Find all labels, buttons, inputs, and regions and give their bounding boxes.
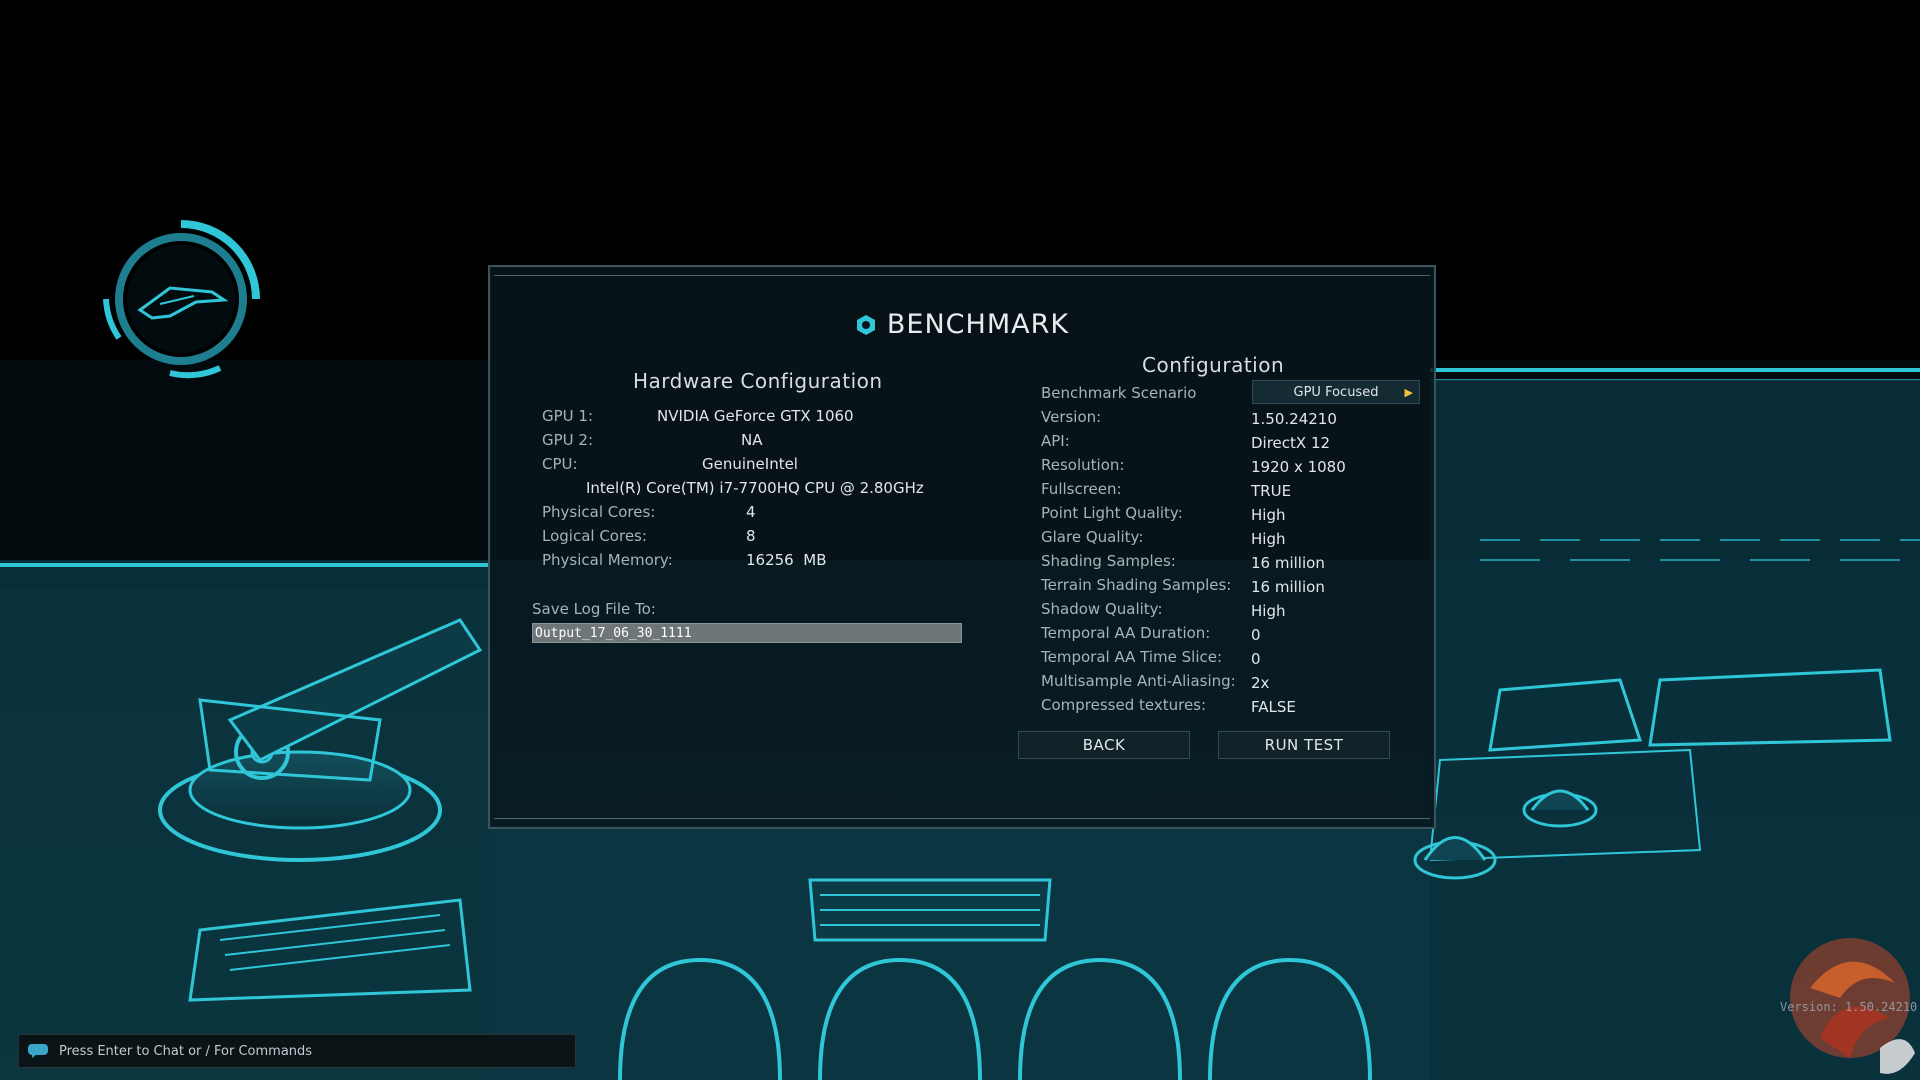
cfg-label-compressed-textures: Compressed textures:	[1041, 696, 1207, 714]
cfg-value-temporal-aa-time-slice: 0	[1251, 650, 1261, 668]
arrow-right-icon: ▶	[1404, 386, 1413, 399]
cfg-label-glare-quality: Glare Quality:	[1041, 528, 1144, 546]
configuration-heading: Configuration	[1142, 353, 1285, 377]
cfg-label-benchmark-scenario: Benchmark Scenario	[1041, 384, 1197, 402]
chat-prompt: Press Enter to Chat or / For Commands	[59, 1043, 313, 1059]
back-button[interactable]: BACK	[1018, 731, 1190, 759]
hw-value-cpu-vendor: GenuineIntel	[702, 455, 798, 473]
cfg-value-terrain-shading-samples: 16 million	[1251, 578, 1325, 596]
cfg-label-shadow-quality: Shadow Quality:	[1041, 600, 1163, 618]
hexagon-logo-icon	[856, 314, 875, 335]
cfg-label-version: Version:	[1041, 408, 1102, 426]
cfg-value-shading-samples: 16 million	[1251, 554, 1325, 572]
game-screen: BENCHMARK Hardware Configuration GPU 1: …	[0, 0, 1920, 1080]
cfg-label-resolution: Resolution:	[1041, 456, 1125, 474]
chat-bar[interactable]: Press Enter to Chat or / For Commands	[18, 1034, 576, 1068]
run-test-button[interactable]: RUN TEST	[1218, 731, 1390, 759]
cfg-value-glare-quality: High	[1251, 530, 1286, 548]
benchmark-dialog: BENCHMARK Hardware Configuration GPU 1: …	[488, 265, 1436, 829]
version-watermark: Version: 1.50.24210	[1780, 1000, 1918, 1014]
cfg-label-temporal-aa-time-slice: Temporal AA Time Slice:	[1041, 648, 1223, 666]
cfg-value-msaa: 2x	[1251, 674, 1270, 692]
cfg-value-fullscreen: TRUE	[1251, 482, 1292, 500]
hw-label-cpu: CPU:	[542, 455, 578, 473]
cfg-label-msaa: Multisample Anti-Aliasing:	[1041, 672, 1236, 690]
cfg-value-resolution: 1920 x 1080	[1251, 458, 1346, 476]
cfg-label-shading-samples: Shading Samples:	[1041, 552, 1176, 570]
hw-label-physical-memory: Physical Memory:	[542, 551, 673, 569]
hw-value-logical-cores: 8	[746, 527, 756, 545]
hw-label-logical-cores: Logical Cores:	[542, 527, 647, 545]
hw-value-cpu-model: Intel(R) Core(TM) i7-7700HQ CPU @ 2.80GH…	[586, 479, 924, 497]
cfg-value-temporal-aa-duration: 0	[1251, 626, 1261, 644]
dialog-header: BENCHMARK	[490, 309, 1434, 340]
hw-label-physical-cores: Physical Cores:	[542, 503, 656, 521]
hw-value-physical-cores: 4	[746, 503, 756, 521]
cfg-value-compressed-textures: FALSE	[1251, 698, 1296, 716]
hardware-config-heading: Hardware Configuration	[633, 369, 883, 393]
dialog-title: BENCHMARK	[886, 309, 1070, 340]
chat-bubble-icon	[28, 1044, 48, 1058]
hw-value-gpu2: NA	[741, 431, 763, 449]
ship-emblem-icon	[103, 220, 260, 379]
hw-value-gpu1: NVIDIA GeForce GTX 1060	[657, 407, 854, 425]
save-log-input[interactable]: Output_17_06_30_1111	[532, 623, 962, 643]
cfg-label-point-light-quality: Point Light Quality:	[1041, 504, 1183, 522]
cfg-label-terrain-shading-samples: Terrain Shading Samples:	[1041, 576, 1232, 594]
save-log-label: Save Log File To:	[532, 600, 656, 618]
hw-label-gpu2: GPU 2:	[542, 431, 594, 449]
cfg-value-api: DirectX 12	[1251, 434, 1331, 452]
cfg-label-api: API:	[1041, 432, 1070, 450]
cfg-label-fullscreen: Fullscreen:	[1041, 480, 1122, 498]
cfg-label-temporal-aa-duration: Temporal AA Duration:	[1041, 624, 1211, 642]
cfg-value-shadow-quality: High	[1251, 602, 1286, 620]
benchmark-scenario-dropdown[interactable]: GPU Focused ▶	[1252, 380, 1420, 404]
cfg-value-version: 1.50.24210	[1251, 410, 1337, 428]
hw-value-physical-memory: 16256 MB	[746, 551, 827, 569]
benchmark-scenario-value: GPU Focused	[1293, 384, 1379, 400]
cfg-value-point-light-quality: High	[1251, 506, 1286, 524]
hw-label-gpu1: GPU 1:	[542, 407, 594, 425]
